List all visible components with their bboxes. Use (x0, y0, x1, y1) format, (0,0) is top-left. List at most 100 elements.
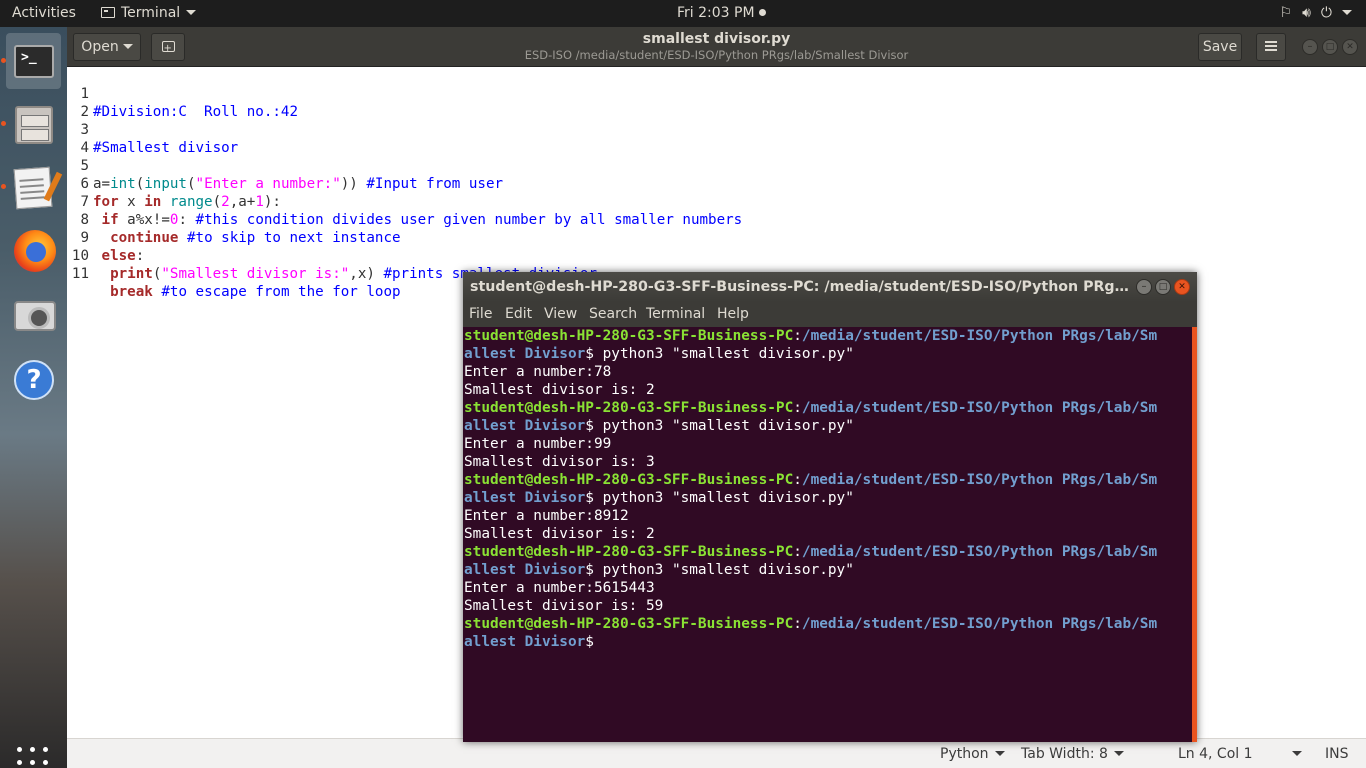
code-line: 2 (67, 85, 118, 120)
chevron-down-icon (994, 751, 1005, 756)
prompt-line: student@desh-HP-280-G3-SFF-Business-PC:/… (464, 328, 1158, 344)
dock-firefox[interactable] (6, 222, 61, 278)
running-indicator (1, 184, 6, 189)
output-line: Enter a number:8912 (464, 508, 629, 524)
tab-width-selector[interactable]: Tab Width: 8 (1021, 739, 1124, 768)
maximize-button[interactable] (1322, 39, 1338, 55)
minimize-button[interactable] (1136, 279, 1152, 295)
menu-icon (1265, 45, 1277, 47)
output-line: Enter a number:78 (464, 364, 612, 380)
code-line: 6 for x in range(2,a+1): (67, 157, 281, 210)
dock-files[interactable] (1, 96, 61, 152)
firefox-icon (14, 230, 56, 272)
running-indicator (1, 121, 6, 126)
menu-view[interactable]: View (544, 302, 577, 327)
show-applications-button[interactable] (17, 747, 49, 768)
app-menu-label: Terminal (121, 5, 181, 21)
close-button[interactable] (1174, 279, 1190, 295)
top-bar: Activities Terminal Fri 2:03 PM ⚐ 🔊︎ ⏻ (0, 0, 1366, 27)
dock-help[interactable]: ? (6, 352, 61, 408)
terminal-output[interactable]: student@desh-HP-280-G3-SFF-Business-PC:/… (463, 327, 1189, 742)
close-button[interactable] (1342, 39, 1358, 55)
menu-file[interactable]: File (469, 302, 492, 327)
terminal-icon (101, 7, 115, 18)
prompt-line: student@desh-HP-280-G3-SFF-Business-PC:/… (464, 616, 1158, 632)
help-icon: ? (14, 360, 54, 400)
line-content: if a%x!=0: #this condition divides user … (101, 212, 743, 228)
document-title: smallest divisor.py (642, 31, 791, 47)
language-selector[interactable]: Python (940, 739, 1005, 768)
position-menu-button[interactable] (1286, 739, 1302, 768)
gedit-header-bar: Open smallest divisor.py ESD-ISO /media/… (67, 27, 1366, 67)
code-line: 9 else: (67, 211, 144, 264)
current-prompt-line: allest Divisor$ (464, 634, 594, 650)
menu-edit[interactable]: Edit (505, 302, 532, 327)
code-line: 7 if a%x!=0: #this condition divides use… (67, 175, 742, 228)
chevron-down-icon (186, 10, 197, 15)
code-line: 11 break #to escape from the for loop (67, 247, 401, 300)
menu-terminal[interactable]: Terminal (646, 302, 705, 327)
line-content: #Division:C Roll no.:42 (93, 103, 298, 121)
activities-button[interactable]: Activities (12, 0, 76, 27)
terminal-scrollbar[interactable] (1192, 327, 1197, 742)
prompt-line: allest Divisor$ python3 "smallest diviso… (464, 490, 854, 506)
dock: ? (0, 27, 67, 768)
line-content: for x in range(2,a+1): (93, 194, 281, 210)
prompt-line: allest Divisor$ python3 "smallest diviso… (464, 418, 854, 434)
dock-camera[interactable] (6, 287, 61, 343)
chevron-down-icon (1292, 751, 1302, 756)
notification-dot-icon (758, 9, 766, 16)
save-button[interactable]: Save (1198, 33, 1242, 61)
output-line: Enter a number:99 (464, 436, 612, 452)
line-content: continue #to skip to next instance (110, 230, 401, 246)
document-path: ESD-ISO /media/student/ESD-ISO/Python PR… (524, 48, 909, 62)
system-menu-button[interactable]: ⚐ 🔊︎ ⏻ (1270, 0, 1352, 27)
line-content: break #to escape from the for loop (110, 284, 401, 300)
status-bar: Python Tab Width: 8 Ln 4, Col 1 INS (67, 738, 1366, 768)
running-indicator (1, 58, 6, 63)
output-line: Smallest divisor is: 2 (464, 526, 655, 542)
camera-icon (14, 301, 56, 331)
output-line: Enter a number:5615443 (464, 580, 655, 596)
code-line: 3 #Smallest divisor (67, 103, 238, 156)
output-line: Smallest divisor is: 3 (464, 454, 655, 470)
code-line: 1 #Division:C Roll no.:42 (67, 67, 298, 120)
accessibility-icon: ⚐ (1279, 5, 1293, 21)
output-line: Smallest divisor is: 2 (464, 382, 655, 398)
maximize-button[interactable] (1155, 279, 1171, 295)
chevron-down-icon (1113, 751, 1124, 756)
menu-help[interactable]: Help (717, 302, 749, 327)
menu-search[interactable]: Search (589, 302, 637, 327)
hamburger-menu-button[interactable] (1256, 33, 1286, 61)
terminal-window: student@desh-HP-280-G3-SFF-Business-PC: … (463, 272, 1197, 742)
prompt-line: allest Divisor$ python3 "smallest diviso… (464, 562, 854, 578)
insert-mode-indicator: INS (1325, 746, 1349, 762)
code-line: 10 print("Smallest divisor is:",x) #prin… (67, 229, 597, 282)
clock-label: Fri 2:03 PM (677, 5, 755, 21)
code-line: 8 continue #to skip to next instance (67, 193, 400, 246)
text-editor-icon (13, 166, 53, 210)
prompt-line: student@desh-HP-280-G3-SFF-Business-PC:/… (464, 544, 1158, 560)
line-content: a=int(input("Enter a number:")) #Input f… (93, 176, 504, 192)
output-line: Smallest divisor is: 59 (464, 598, 664, 614)
power-icon: ⏻ (1320, 5, 1332, 21)
terminal-title-bar[interactable]: student@desh-HP-280-G3-SFF-Business-PC: … (463, 272, 1197, 302)
prompt-line: student@desh-HP-280-G3-SFF-Business-PC:/… (464, 472, 1158, 488)
code-line: 4 (67, 121, 118, 156)
minimize-button[interactable] (1302, 39, 1318, 55)
line-number: 11 (71, 266, 89, 282)
prompt-line: student@desh-HP-280-G3-SFF-Business-PC:/… (464, 400, 1158, 416)
terminal-icon (14, 45, 54, 78)
terminal-title: student@desh-HP-280-G3-SFF-Business-PC: … (470, 279, 1132, 295)
prompt-line: allest Divisor$ python3 "smallest diviso… (464, 346, 854, 362)
files-icon (15, 106, 53, 144)
cursor-position[interactable]: Ln 4, Col 1 (1178, 739, 1253, 768)
terminal-menu-bar: File Edit View Search Terminal Help (463, 302, 1197, 327)
app-menu-button[interactable]: Terminal (101, 0, 197, 27)
comment: #Division:C Roll no.:42 (93, 104, 298, 120)
dock-text-editor[interactable] (1, 159, 61, 215)
chevron-down-icon (1342, 10, 1352, 15)
code-line: 5 a=int(input("Enter a number:")) #Input… (67, 139, 503, 192)
clock-button[interactable]: Fri 2:03 PM (677, 0, 766, 27)
dock-terminal[interactable] (1, 33, 61, 89)
